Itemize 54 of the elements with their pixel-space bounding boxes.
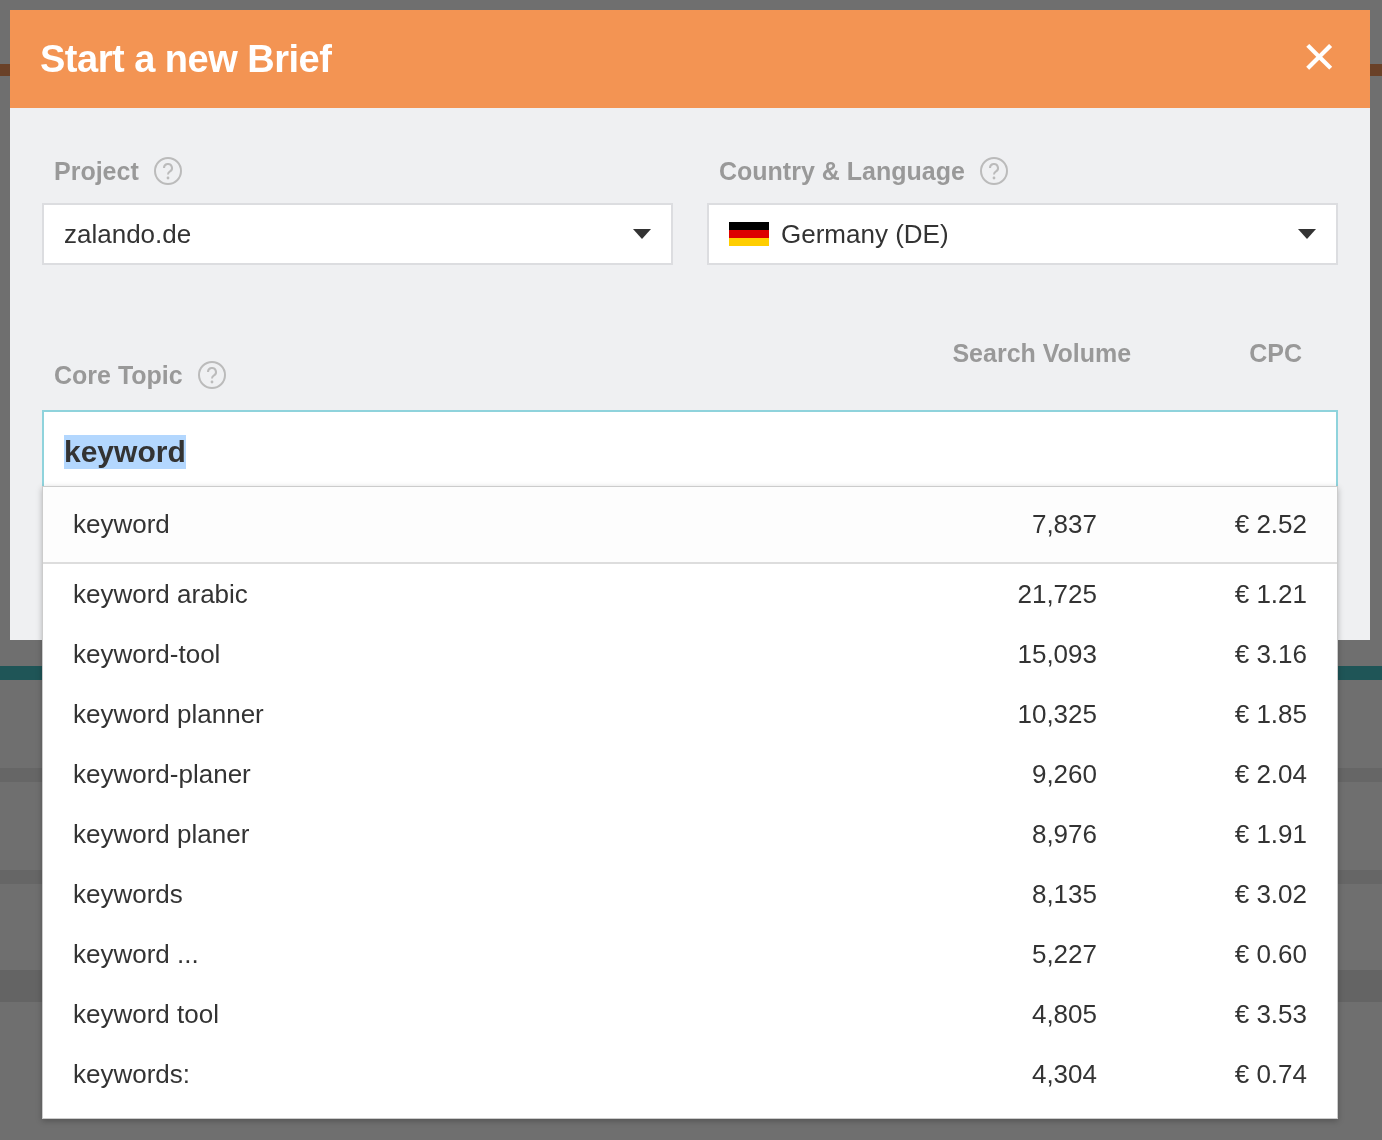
cpc-value: € 0.60 — [1233, 938, 1307, 970]
search-volume: 10,325 — [1016, 698, 1097, 730]
column-header: Search Volume — [952, 339, 1132, 368]
field-label: Country & Language — [719, 156, 965, 186]
search-volume: 5,227 — [1030, 938, 1097, 970]
keyword-text: keywords: — [73, 1058, 192, 1090]
suggestion-option[interactable]: keyword 7,837 € 2.52 — [43, 487, 1337, 564]
field-label: Project — [54, 156, 139, 186]
keyword-text: keyword planner — [73, 698, 265, 730]
help-icon[interactable] — [978, 156, 1009, 186]
project-select[interactable]: zalando.de — [42, 203, 673, 265]
cpc-value: € 0.74 — [1233, 1058, 1307, 1090]
flag-icon — [729, 222, 769, 246]
caret-icon — [1298, 229, 1316, 239]
column-header: CPC — [1249, 339, 1302, 368]
suggestion-option[interactable]: keyword-planer 9,260 € 2.04 — [43, 744, 1337, 804]
suggestion-option[interactable]: keywords: 4,304 € 0.74 — [43, 1044, 1337, 1104]
cpc-value: € 1.85 — [1233, 698, 1307, 730]
keyword-text: keyword — [73, 509, 171, 540]
cpc-value: € 3.16 — [1233, 638, 1307, 670]
suggestion-option[interactable]: keyword planer 8,976 € 1.91 — [43, 804, 1337, 864]
keyword-text: keyword planer — [73, 818, 251, 850]
cpc-value: € 2.52 — [1233, 509, 1307, 540]
search-volume: 21,725 — [1016, 578, 1097, 610]
search-volume: 7,837 — [1030, 509, 1097, 540]
suggestion-option[interactable]: keyword tool 4,805 € 3.53 — [43, 984, 1337, 1044]
keyword-text: keyword ... — [73, 938, 200, 970]
suggestion-option[interactable]: keyword planner 10,325 € 1.85 — [43, 684, 1337, 744]
field-label: Core Topic — [54, 360, 183, 390]
keyword-text: keywords — [73, 878, 184, 910]
cpc-value: € 3.53 — [1233, 998, 1307, 1030]
caret-icon — [633, 229, 651, 239]
cpc-value: € 3.02 — [1233, 878, 1307, 910]
keyword-text: keyword arabic — [73, 578, 249, 610]
cpc-value: € 1.91 — [1233, 818, 1307, 850]
search-volume: 4,805 — [1030, 998, 1097, 1030]
dialog-title: Start a new Brief — [40, 37, 332, 81]
search-volume: 4,304 — [1030, 1058, 1097, 1090]
keyword-text: keyword-tool — [73, 638, 222, 670]
help-icon[interactable] — [152, 156, 183, 186]
suggestion-option[interactable]: keyword-tool 15,093 € 3.16 — [43, 624, 1337, 684]
help-icon[interactable] — [196, 360, 227, 390]
search-volume: 8,135 — [1030, 878, 1097, 910]
cpc-value: € 1.21 — [1233, 578, 1307, 610]
search-volume: 8,976 — [1030, 818, 1097, 850]
suggestion-option[interactable]: keywords 8,135 € 3.02 — [43, 864, 1337, 924]
country-select[interactable]: Germany (DE) — [707, 203, 1338, 265]
search-volume: 15,093 — [1016, 638, 1097, 670]
cpc-value: € 2.04 — [1233, 758, 1307, 790]
keyword-text: keyword-planer — [73, 758, 252, 790]
suggestion-option[interactable]: keyword ... 5,227 € 0.60 — [43, 924, 1337, 984]
suggestion-option[interactable]: keyword arabic 21,725 € 1.21 — [43, 564, 1337, 624]
keyword-text: keyword tool — [73, 998, 220, 1030]
search-volume: 9,260 — [1030, 758, 1097, 790]
